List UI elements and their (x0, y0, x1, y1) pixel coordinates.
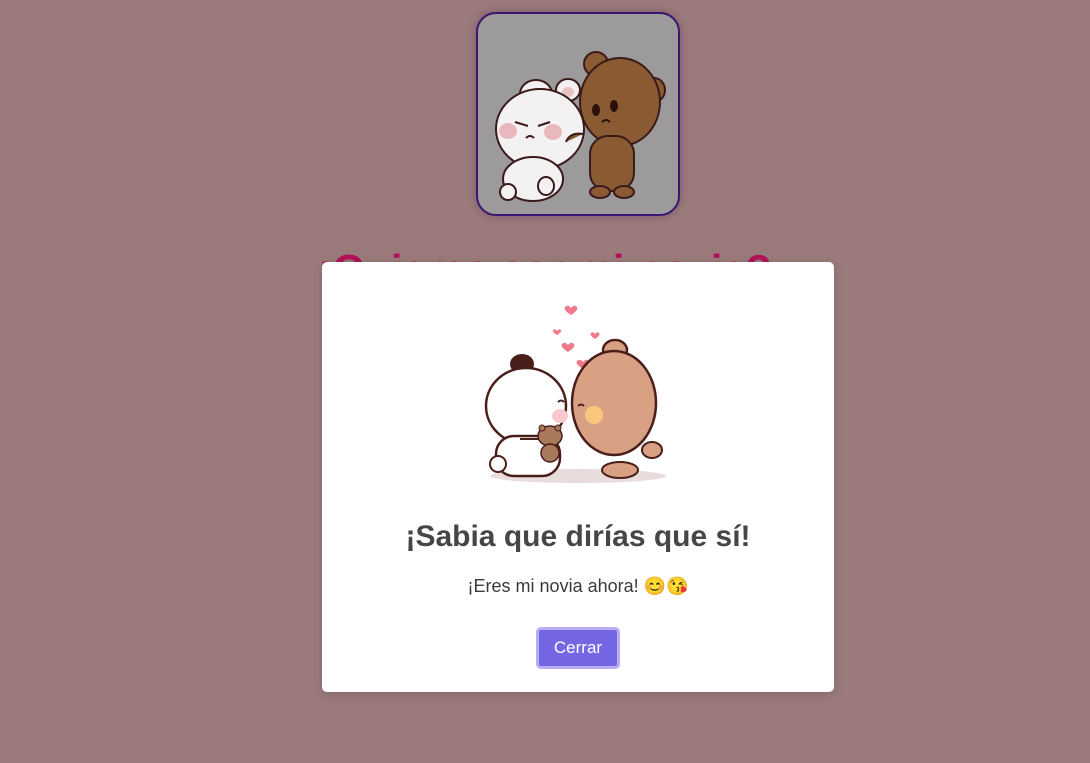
white-bear (495, 78, 585, 202)
success-modal: ¡Sabia que dirías que sí! ¡Eres mi novia… (322, 262, 834, 692)
kissing-bears-illustration (484, 305, 666, 483)
top-bears-image (476, 12, 680, 216)
modal-title: ¡Sabia que dirías que sí! (405, 520, 751, 553)
bears-illustration (495, 51, 666, 202)
close-button[interactable]: Cerrar (536, 627, 620, 669)
kissing-bears-image (472, 298, 684, 493)
small-teddy-icon (537, 424, 563, 463)
modal-message: ¡Eres mi novia ahora! 😊😘 (467, 576, 689, 596)
